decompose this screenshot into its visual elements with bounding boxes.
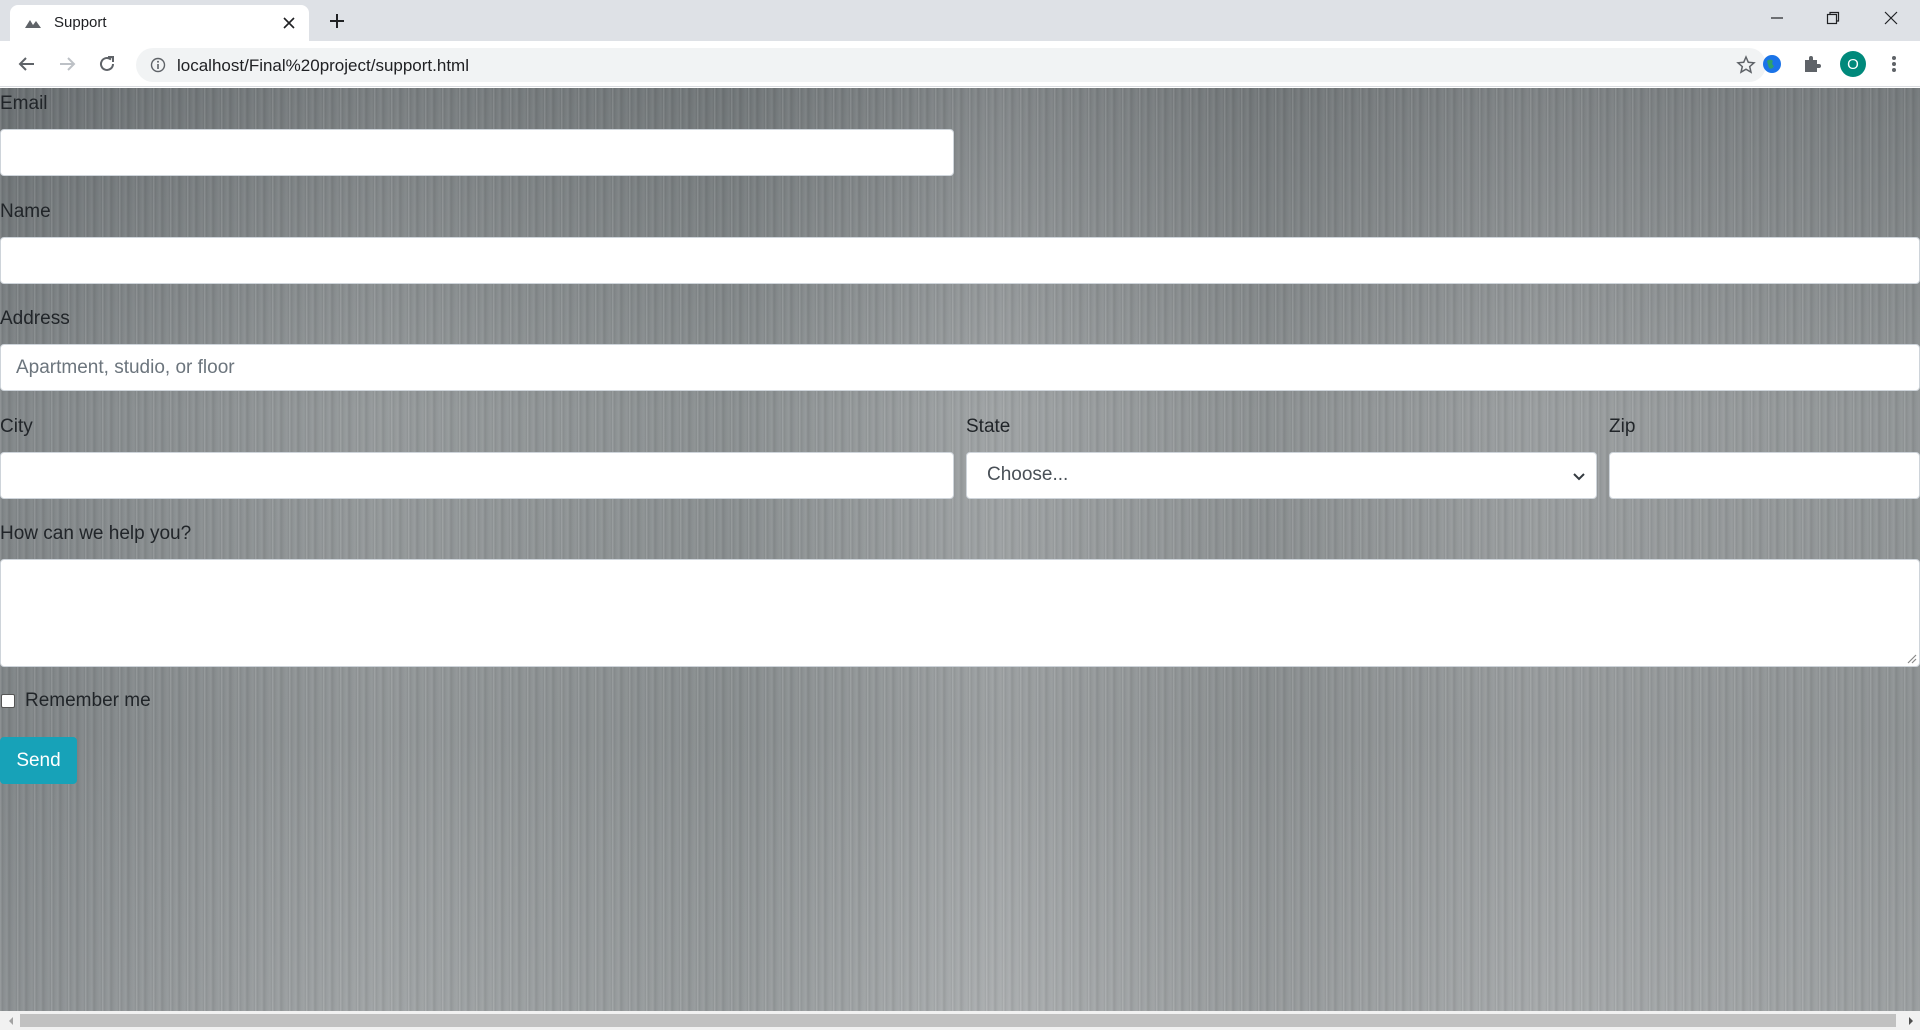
- close-window-icon[interactable]: [1862, 0, 1920, 36]
- site-favicon: [25, 20, 41, 28]
- plus-icon[interactable]: [325, 9, 349, 33]
- remember-me-checkbox[interactable]: [1, 694, 15, 708]
- tab-title: Support: [54, 14, 107, 31]
- minimize-icon[interactable]: [1748, 0, 1806, 36]
- zip-field[interactable]: [1609, 452, 1920, 499]
- browser-tab[interactable]: Support: [10, 5, 309, 41]
- kebab-menu-icon[interactable]: [1880, 50, 1908, 78]
- page-viewport: Email Name Address City State Choose... …: [0, 88, 1920, 1011]
- resize-grip-icon[interactable]: [1905, 652, 1917, 664]
- help-label: How can we help you?: [0, 523, 192, 544]
- scroll-left-icon[interactable]: [2, 1011, 19, 1030]
- forward-arrow-icon[interactable]: [53, 50, 81, 78]
- star-icon[interactable]: [1736, 55, 1756, 75]
- restore-icon[interactable]: [1804, 0, 1862, 36]
- city-field[interactable]: [0, 452, 954, 499]
- name-label: Name: [0, 201, 51, 222]
- zip-label: Zip: [1609, 416, 1636, 437]
- browser-tab-strip: Support: [0, 0, 1920, 41]
- state-select[interactable]: Choose...: [966, 452, 1597, 499]
- browser-toolbar: localhost/Final%20project/support.html O: [0, 41, 1920, 87]
- address-input[interactable]: [1, 345, 1919, 390]
- email-label: Email: [0, 93, 48, 114]
- close-icon[interactable]: [280, 14, 298, 32]
- profile-avatar[interactable]: O: [1840, 51, 1866, 77]
- chevron-down-icon: [1573, 473, 1585, 481]
- back-arrow-icon[interactable]: [13, 50, 41, 78]
- name-field[interactable]: [0, 237, 1920, 284]
- globe-extension-icon[interactable]: [1758, 50, 1786, 78]
- email-field[interactable]: [0, 129, 954, 176]
- remember-me-label[interactable]: Remember me: [25, 690, 151, 712]
- state-label: State: [966, 416, 1011, 437]
- help-textarea[interactable]: [1, 560, 1919, 666]
- city-label: City: [0, 416, 33, 437]
- zip-input[interactable]: [1610, 453, 1919, 498]
- scrollbar-thumb[interactable]: [20, 1014, 1896, 1027]
- send-button[interactable]: Send: [0, 737, 77, 784]
- address-label: Address: [0, 308, 70, 329]
- address-field[interactable]: [0, 344, 1920, 391]
- reload-icon[interactable]: [93, 50, 121, 78]
- scroll-right-icon[interactable]: [1902, 1011, 1919, 1030]
- email-input[interactable]: [1, 130, 953, 175]
- url-text: localhost/Final%20project/support.html: [177, 56, 469, 75]
- address-bar[interactable]: localhost/Final%20project/support.html: [136, 48, 1766, 82]
- state-selected-value: Choose...: [987, 464, 1069, 485]
- info-icon[interactable]: [150, 57, 166, 73]
- puzzle-icon[interactable]: [1798, 50, 1826, 78]
- help-textarea-field[interactable]: [0, 559, 1920, 667]
- name-input[interactable]: [1, 238, 1919, 283]
- horizontal-scrollbar[interactable]: [0, 1011, 1920, 1030]
- city-input[interactable]: [1, 453, 953, 498]
